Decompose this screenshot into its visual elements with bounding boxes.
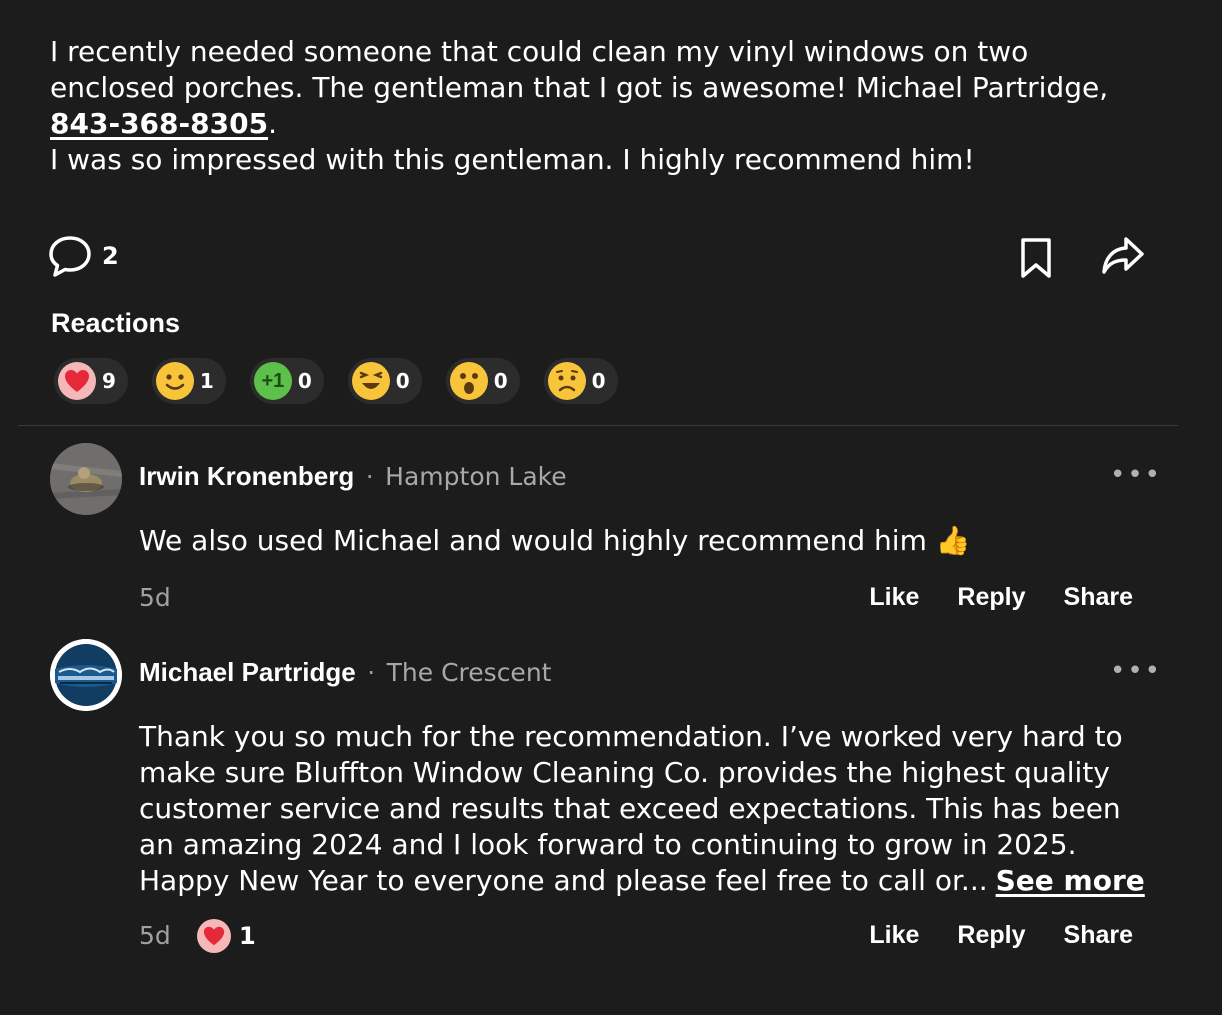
plus-one-label: +1 <box>261 370 285 392</box>
sad-icon <box>547 362 586 400</box>
comment-text-line: Thank you so much for the recommendation… <box>139 720 1123 753</box>
comment-text-line: Happy New Year to everyone and please fe… <box>139 863 1149 899</box>
reply-button[interactable]: Reply <box>957 583 1025 612</box>
reaction-count: 0 <box>297 369 312 393</box>
smile-icon <box>155 362 194 400</box>
reply-button[interactable]: Reply <box>957 921 1025 950</box>
share-button[interactable]: Share <box>1064 583 1133 612</box>
reactions-heading: Reactions <box>51 308 181 338</box>
author-name[interactable]: Michael Partridge <box>139 657 356 687</box>
comment-header: Irwin Kronenberg · Hampton Lake <box>139 461 567 492</box>
comment-time: 5d <box>139 583 171 612</box>
divider <box>18 425 1178 426</box>
post-text-line: I recently needed someone that could cle… <box>50 35 1029 68</box>
separator-dot: · <box>367 659 376 687</box>
comment-footer: 5d 1 Like Reply Share <box>139 919 1139 957</box>
post-body: I recently needed someone that could cle… <box>50 34 1170 178</box>
reaction-count: 0 <box>395 369 410 393</box>
comment-text-line: make sure Bluffton Window Cleaning Co. p… <box>139 756 1110 789</box>
comment-footer: 5d Like Reply Share <box>139 583 1139 619</box>
post-detail-page: I recently needed someone that could cle… <box>0 0 1222 1015</box>
comment-count: 2 <box>102 242 119 270</box>
reaction-surprised[interactable]: 0 <box>445 358 520 404</box>
laugh-icon <box>351 362 390 400</box>
reaction-count: 9 <box>102 369 116 393</box>
comment-item: Irwin Kronenberg · Hampton Lake ••• We a… <box>50 443 1160 623</box>
surprised-icon <box>449 362 488 400</box>
separator-dot: · <box>365 463 374 491</box>
heart-icon <box>197 919 231 953</box>
reaction-count: 0 <box>493 369 508 393</box>
reaction-plus-one[interactable]: +1 0 <box>249 358 324 404</box>
more-options-icon[interactable]: ••• <box>1110 462 1162 488</box>
more-options-icon[interactable]: ••• <box>1110 658 1162 684</box>
comment-reaction-summary[interactable]: 1 <box>197 919 256 953</box>
reaction-sad[interactable]: 0 <box>543 358 618 404</box>
speech-bubble-icon <box>49 236 91 277</box>
avatar[interactable] <box>50 639 122 711</box>
comment-text-line: an amazing 2024 and I look forward to co… <box>139 828 1077 861</box>
post-actions-bar: 2 <box>48 232 1146 282</box>
avatar-logo <box>50 639 122 711</box>
comment-actions: Like Reply Share <box>869 583 1133 612</box>
plus-one-icon: +1 <box>253 362 292 400</box>
post-text-line: 843-368-8305. <box>50 106 1170 142</box>
reaction-heart[interactable]: 9 <box>54 358 128 404</box>
author-neighborhood[interactable]: The Crescent <box>387 658 552 687</box>
comment-text: We also used Michael and would highly re… <box>139 524 971 557</box>
comment-actions: Like Reply Share <box>869 921 1133 950</box>
phone-link[interactable]: 843-368-8305 <box>50 107 268 140</box>
heart-icon <box>58 362 96 400</box>
bookmark-icon[interactable] <box>1018 236 1054 280</box>
reaction-laugh[interactable]: 0 <box>347 358 422 404</box>
post-text-punct: . <box>268 107 277 140</box>
comments-button[interactable]: 2 <box>48 234 119 278</box>
author-name[interactable]: Irwin Kronenberg <box>139 461 354 491</box>
reaction-count: 1 <box>239 922 256 950</box>
author-neighborhood[interactable]: Hampton Lake <box>385 462 566 491</box>
like-button[interactable]: Like <box>869 921 919 950</box>
comment-header: Michael Partridge · The Crescent <box>139 657 551 688</box>
comment-time: 5d <box>139 921 171 950</box>
post-text-line: enclosed porches. The gentleman that I g… <box>50 71 1109 104</box>
comment-text: Thank you so much for the recommendation… <box>139 719 1149 899</box>
share-arrow-icon[interactable] <box>1100 234 1146 278</box>
post-text-line: I was so impressed with this gentleman. … <box>50 143 975 176</box>
comment-text-line: customer service and results that exceed… <box>139 792 1121 825</box>
reaction-count: 1 <box>199 369 214 393</box>
reaction-count: 0 <box>591 369 606 393</box>
avatar-photo <box>50 443 122 515</box>
comment-item: Michael Partridge · The Crescent ••• Tha… <box>50 639 1160 979</box>
reaction-smile[interactable]: 1 <box>151 358 226 404</box>
see-more-link[interactable]: See more <box>996 864 1145 897</box>
avatar[interactable] <box>50 443 122 515</box>
like-button[interactable]: Like <box>869 583 919 612</box>
share-button[interactable]: Share <box>1064 921 1133 950</box>
reactions-row: 9 1 +1 0 0 0 0 <box>54 358 618 404</box>
comment-text-truncated: Happy New Year to everyone and please fe… <box>139 864 988 897</box>
